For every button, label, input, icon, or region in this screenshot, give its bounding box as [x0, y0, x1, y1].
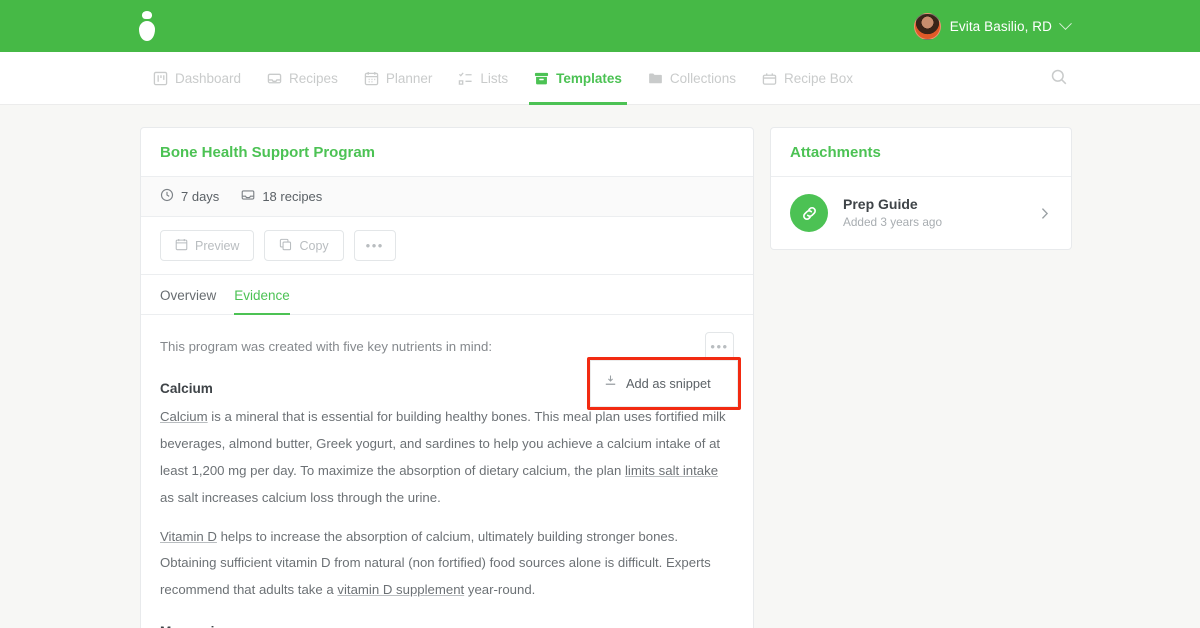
add-snippet-menu-item[interactable]: Add as snippet	[590, 360, 738, 407]
page-body: Bone Health Support Program 7 days 18 re…	[0, 105, 1200, 628]
preview-button[interactable]: Preview	[160, 230, 255, 261]
inbox-icon	[241, 188, 255, 205]
attachment-text: Prep Guide Added 3 years ago	[843, 195, 1022, 232]
template-actions: Preview Copy •••	[141, 217, 753, 275]
tab-evidence[interactable]: Evidence	[234, 288, 290, 315]
tab-overview[interactable]: Overview	[160, 288, 216, 314]
nav-item-recipes[interactable]: Recipes	[254, 52, 351, 105]
copy-button[interactable]: Copy	[264, 230, 344, 261]
card-tabs: Overview Evidence	[141, 275, 753, 315]
side-column: Attachments Prep Guide Added 3 years ago	[770, 127, 1072, 628]
recipe-box-icon	[762, 71, 777, 86]
attachment-subtitle: Added 3 years ago	[843, 214, 943, 229]
nav-item-templates[interactable]: Templates	[521, 52, 635, 105]
meta-label: 18 recipes	[262, 189, 323, 204]
attachment-item[interactable]: Prep Guide Added 3 years ago	[771, 177, 1071, 249]
archive-box-icon	[534, 71, 549, 86]
paragraph-calcium: Calcium is a mineral that is essential f…	[160, 404, 734, 511]
nav-item-label: Planner	[385, 70, 433, 86]
ellipsis-icon: •••	[710, 339, 729, 354]
main-navigation: Dashboard Recipes Planner Lists Template…	[0, 52, 1200, 105]
link-chain-icon	[790, 194, 828, 232]
preview-button-label: Preview	[195, 238, 240, 253]
list-check-icon	[458, 71, 473, 86]
evidence-content: ••• This program was created with five k…	[141, 315, 753, 628]
copy-button-label: Copy	[299, 238, 329, 253]
tab-label: Evidence	[234, 288, 290, 303]
folder-icon	[648, 71, 663, 86]
template-card: Bone Health Support Program 7 days 18 re…	[140, 127, 754, 628]
text-run: is a mineral that is essential for build…	[207, 409, 656, 425]
attachments-card: Attachments Prep Guide Added 3 years ago	[770, 127, 1072, 250]
clock-icon	[160, 188, 174, 205]
copy-icon	[279, 238, 292, 254]
paragraph-vitamin-d: Vitamin D helps to increase the absorpti…	[160, 524, 734, 604]
link-vitamin-d[interactable]: Vitamin D	[160, 529, 217, 544]
inbox-icon	[267, 71, 282, 86]
nav-item-label: Templates	[556, 70, 622, 86]
chevron-right-icon[interactable]	[1037, 206, 1052, 221]
add-snippet-highlight: Add as snippet	[587, 357, 741, 410]
user-menu[interactable]: Evita Basilio, RD	[913, 0, 1072, 52]
nav-item-label: Collections	[669, 70, 736, 86]
link-calcium[interactable]: Calcium	[160, 409, 208, 424]
calendar-icon	[175, 238, 188, 254]
nav-item-recipe-box[interactable]: Recipe Box	[749, 52, 866, 105]
search-icon[interactable]	[1049, 67, 1071, 89]
nav-item-lists[interactable]: Lists	[445, 52, 521, 105]
main-column: Bone Health Support Program 7 days 18 re…	[140, 127, 754, 628]
beet-logo-icon	[136, 9, 158, 43]
meta-recipe-count: 18 recipes	[241, 188, 322, 205]
nav-item-label: Recipes	[289, 70, 338, 86]
nav-item-label: Dashboard	[175, 70, 242, 86]
tab-label: Overview	[160, 288, 217, 303]
text-run: as salt increases calcium loss through t…	[160, 489, 441, 505]
attachments-title: Attachments	[771, 128, 1071, 177]
link-vitamin-d-supplement[interactable]: vitamin D supplement	[337, 582, 464, 597]
app-logo[interactable]	[136, 0, 158, 52]
calendar-icon	[364, 71, 379, 86]
add-snippet-label: Add as snippet	[626, 375, 711, 391]
nav-item-label: Recipe Box	[783, 70, 853, 86]
top-bar: Evita Basilio, RD	[0, 0, 1200, 52]
section-heading-magnesium: Magnesium	[160, 618, 734, 628]
template-meta: 7 days 18 recipes	[141, 177, 753, 217]
nav-item-list: Dashboard Recipes Planner Lists Template…	[140, 52, 866, 105]
attachment-name: Prep Guide	[843, 195, 918, 212]
ellipsis-icon: •••	[365, 238, 384, 253]
link-limits-salt-intake[interactable]: limits salt intake	[625, 463, 718, 478]
meta-label: 7 days	[181, 189, 220, 204]
nav-item-planner[interactable]: Planner	[351, 52, 446, 105]
add-snippet-icon	[604, 370, 617, 397]
nav-item-dashboard[interactable]: Dashboard	[140, 52, 254, 105]
nav-item-collections[interactable]: Collections	[635, 52, 749, 105]
text-run: year-round.	[464, 582, 536, 598]
chevron-down-icon	[1059, 16, 1072, 30]
page-title: Bone Health Support Program	[141, 128, 753, 177]
user-avatar	[913, 12, 941, 40]
nav-item-label: Lists	[480, 70, 509, 86]
meta-duration: 7 days	[160, 188, 219, 205]
user-name: Evita Basilio, RD	[949, 18, 1052, 34]
more-actions-button[interactable]: •••	[353, 230, 396, 261]
dashboard-grid-icon	[153, 71, 168, 86]
